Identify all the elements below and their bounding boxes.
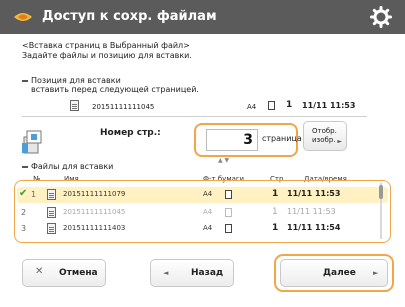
title-bar: Доступ к сохр. файлам — [0, 0, 405, 34]
stored-files-icon — [14, 13, 32, 21]
page-count: 1 — [272, 207, 278, 217]
file-datetime: 11/11 11:53 — [287, 189, 341, 198]
file-row[interactable]: 2 20151111111045 A4 1 11/11 11:53 — [17, 205, 388, 221]
instruction-line-2: Задайте файлы и позицию для вставки. — [22, 51, 192, 60]
insert-target-name: 20151111111045 — [92, 103, 155, 111]
chevron-left-icon: ◄ — [163, 269, 169, 277]
insert-target-format: A4 — [247, 103, 257, 111]
next-button[interactable]: Далее ► — [280, 259, 388, 287]
insert-position-label: Позиция для вставки — [22, 76, 121, 85]
paper-format: A4 — [203, 208, 213, 216]
file-name: 20151111111045 — [63, 208, 126, 216]
printer-icon — [22, 130, 42, 154]
file-datetime: 11/11 11:54 — [287, 223, 341, 232]
up-down-arrows-icon[interactable]: ▲ ▼ — [218, 157, 229, 164]
insert-position-subtitle: вставить перед следующей страницей. — [31, 85, 199, 94]
file-icon — [47, 207, 56, 218]
chevron-right-icon: ► — [337, 138, 342, 145]
page-number-label: Номер стр.: — [100, 128, 161, 138]
files-to-insert-label: Файлы для вставки — [22, 162, 113, 171]
insert-target-date: 11/11 11:53 — [302, 101, 356, 110]
instruction-line-1: <Вставка страниц в Выбранный файл> — [22, 41, 190, 50]
page-icon — [225, 224, 232, 233]
check-image-button[interactable]: Отобр. изобр. ► — [303, 121, 347, 151]
file-icon — [47, 223, 56, 234]
page-icon — [268, 101, 275, 110]
paper-format: A4 — [203, 224, 213, 232]
section-dash-icon — [22, 165, 28, 168]
check-icon: ✔ — [19, 188, 28, 199]
file-icon — [47, 189, 56, 200]
divider — [22, 116, 367, 117]
page-count: 1 — [272, 223, 279, 233]
row-number: 2 — [21, 208, 27, 217]
page-number-value[interactable]: 3 — [206, 129, 258, 151]
file-row[interactable]: ✔ 1 20151111111079 A4 1 11/11 11:53 — [17, 187, 388, 203]
file-datetime: 11/11 11:53 — [287, 207, 336, 216]
chevron-right-icon: ► — [373, 269, 379, 277]
cancel-button[interactable]: ✕ Отмена — [22, 259, 106, 287]
page-unit-label: страница — [262, 134, 302, 143]
page-number-input[interactable]: 3 страница — [194, 123, 302, 157]
gear-icon[interactable] — [370, 6, 392, 28]
page-icon — [225, 190, 232, 199]
close-icon: ✕ — [35, 266, 44, 277]
section-dash-icon — [22, 79, 28, 82]
paper-format: A4 — [203, 190, 213, 198]
file-name: 20151111111079 — [63, 190, 126, 198]
insert-target-pages: 1 — [286, 100, 293, 110]
file-row[interactable]: 3 20151111111403 A4 1 11/11 11:54 — [17, 221, 388, 237]
row-number: 3 — [21, 224, 27, 233]
page-icon — [225, 208, 232, 217]
page-count: 1 — [272, 189, 279, 199]
scrollbar-thumb[interactable] — [379, 185, 383, 199]
back-button[interactable]: ◄ Назад — [150, 259, 234, 287]
file-icon — [70, 100, 79, 111]
row-number: 1 — [31, 190, 37, 199]
page-title: Доступ к сохр. файлам — [42, 9, 217, 24]
file-name: 20151111111403 — [63, 224, 126, 232]
list-scrollbar[interactable] — [376, 183, 386, 239]
instructions: <Вставка страниц в Выбранный файл> Задай… — [22, 41, 192, 61]
